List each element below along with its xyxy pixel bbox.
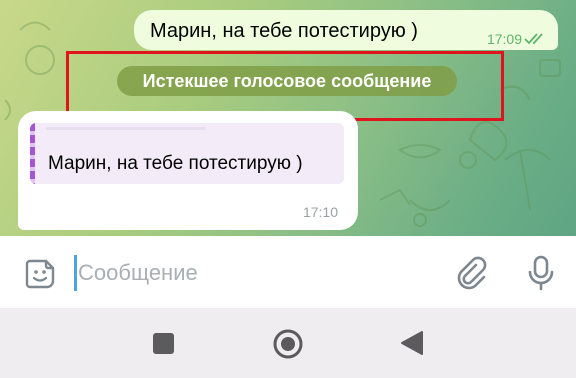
- system-navigation-bar: [0, 308, 576, 378]
- reply-quote[interactable]: Марин, на тебе потестирую ): [30, 123, 344, 184]
- back-icon[interactable]: [400, 330, 424, 356]
- recents-icon[interactable]: [153, 333, 174, 354]
- reply-accent-bar: [30, 123, 35, 184]
- incoming-message[interactable]: Марин, на тебе потестирую ) 17:10: [18, 111, 358, 230]
- microphone-icon[interactable]: [524, 254, 558, 292]
- paperclip-icon[interactable]: [454, 256, 488, 290]
- outgoing-message-text: Марин, на тебе потестирую ): [150, 20, 418, 42]
- reply-header-placeholder: [46, 127, 206, 130]
- outgoing-message-time: 17:09: [486, 31, 522, 47]
- reply-quote-text: Марин, на тебе потестирую ): [48, 153, 303, 174]
- home-icon[interactable]: [272, 328, 304, 360]
- message-input[interactable]: [78, 256, 398, 290]
- message-composer: [0, 236, 576, 308]
- incoming-message-time: 17:10: [302, 204, 338, 220]
- chat-area[interactable]: Марин, на тебе потестирую ) 17:09 Истекш…: [0, 0, 576, 236]
- sticker-icon[interactable]: [24, 258, 56, 290]
- text-cursor: [74, 255, 77, 291]
- outgoing-message[interactable]: Марин, на тебе потестирую ) 17:09: [134, 10, 558, 50]
- double-check-icon: [524, 33, 543, 45]
